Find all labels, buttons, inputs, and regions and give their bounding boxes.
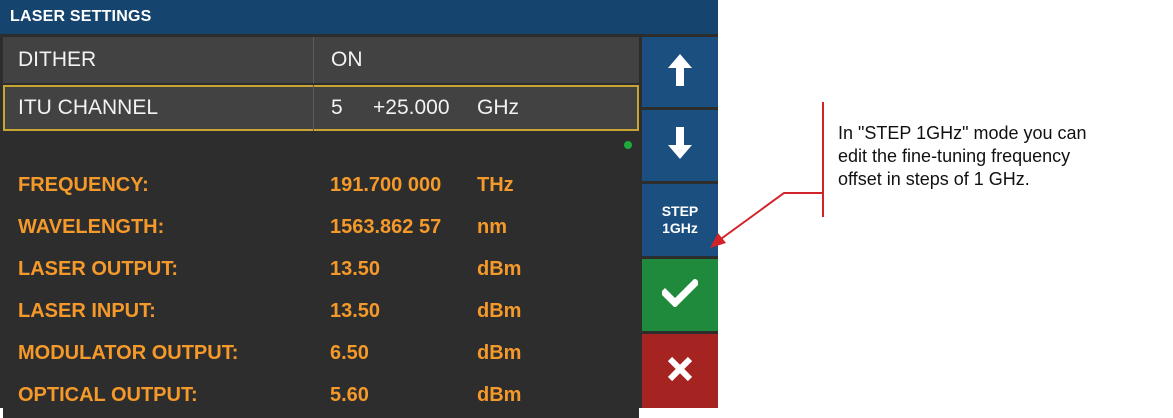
annotation-line: offset in steps of 1 GHz. <box>838 169 1030 189</box>
annotation-bracket <box>822 102 824 217</box>
annotation-line: edit the fine-tuning frequency <box>838 146 1071 166</box>
annotation-arrow <box>710 192 822 248</box>
annotation-line: In "STEP 1GHz" mode you can <box>838 123 1087 143</box>
annotation-text: In "STEP 1GHz" mode you can edit the fin… <box>838 122 1168 191</box>
